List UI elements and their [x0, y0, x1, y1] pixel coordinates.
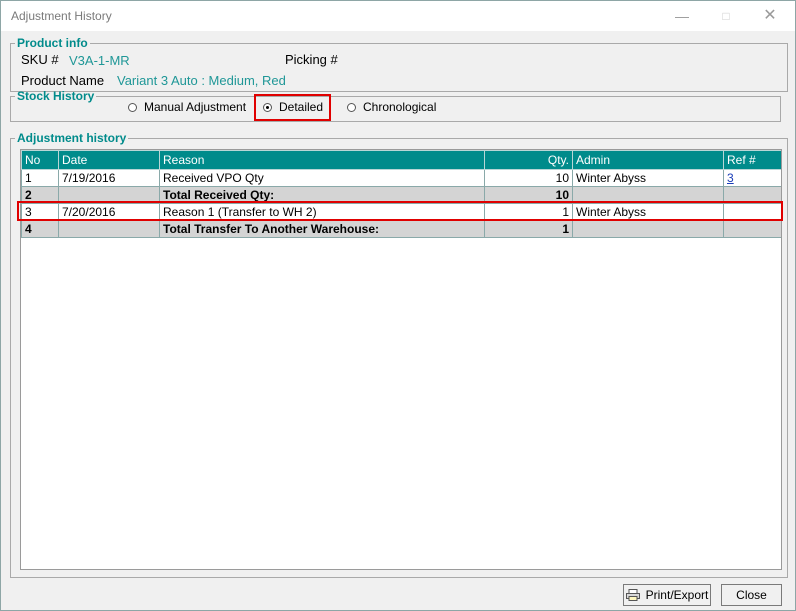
cell-date: [58, 220, 160, 238]
radio-unchecked-icon: [128, 102, 137, 112]
cell-ref: 3: [723, 169, 781, 187]
cell-qty: 10: [484, 169, 573, 187]
adjustment-history-legend: Adjustment history: [17, 131, 127, 145]
column-header-no[interactable]: No: [21, 150, 59, 170]
product-name-value: Variant 3 Auto : Medium, Red: [117, 73, 286, 88]
cell-no: 1: [21, 169, 59, 187]
cell-admin: [572, 220, 724, 238]
table-header-row: No Date Reason Qty. Admin Ref #: [21, 150, 781, 170]
printer-icon: [625, 589, 640, 601]
row-highlight: [17, 201, 783, 221]
radio-label: Chronological: [363, 100, 437, 114]
product-info-legend: Product info: [17, 36, 88, 50]
close-button[interactable]: Close: [721, 584, 782, 606]
cell-ref: [723, 220, 781, 238]
column-header-qty[interactable]: Qty.: [484, 150, 573, 170]
close-label: Close: [736, 588, 767, 602]
window-title: Adjustment History: [11, 9, 112, 23]
print-export-label: Print/Export: [645, 588, 709, 602]
product-name-label: Product Name: [21, 73, 105, 88]
column-header-ref[interactable]: Ref #: [723, 150, 781, 170]
column-header-reason[interactable]: Reason: [159, 150, 485, 170]
sku-label: SKU #: [21, 52, 59, 67]
column-header-date[interactable]: Date: [58, 150, 160, 170]
radio-manual-adjustment[interactable]: Manual Adjustment: [128, 100, 246, 114]
selection-highlight: [254, 94, 331, 121]
maximize-icon[interactable]: □: [711, 5, 741, 27]
radio-label: Manual Adjustment: [144, 100, 247, 114]
ref-link[interactable]: 3: [727, 171, 734, 185]
cell-date: 7/19/2016: [58, 169, 160, 187]
radio-unchecked-icon: [347, 102, 356, 112]
stock-history-legend: Stock History: [17, 89, 95, 103]
print-export-button[interactable]: Print/Export: [623, 584, 711, 606]
minimize-icon[interactable]: —: [667, 5, 697, 27]
close-icon[interactable]: ✕: [755, 5, 785, 27]
cell-no: 4: [21, 220, 59, 238]
column-header-admin[interactable]: Admin: [572, 150, 724, 170]
picking-label: Picking #: [285, 52, 338, 67]
cell-reason: Received VPO Qty: [159, 169, 485, 187]
title-bar: Adjustment History — □ ✕: [1, 1, 795, 31]
cell-reason: Total Transfer To Another Warehouse:: [159, 220, 485, 238]
sku-value: V3A-1-MR: [69, 53, 130, 68]
cell-qty: 1: [484, 220, 573, 238]
adjustment-history-window: Adjustment History — □ ✕ Product info SK…: [0, 0, 796, 611]
cell-admin: Winter Abyss: [572, 169, 724, 187]
table-total-row[interactable]: 4 Total Transfer To Another Warehouse: 1: [21, 220, 781, 238]
table-row[interactable]: 1 7/19/2016 Received VPO Qty 10 Winter Abyss…: [21, 169, 781, 187]
radio-chronological[interactable]: Chronological: [347, 100, 436, 114]
